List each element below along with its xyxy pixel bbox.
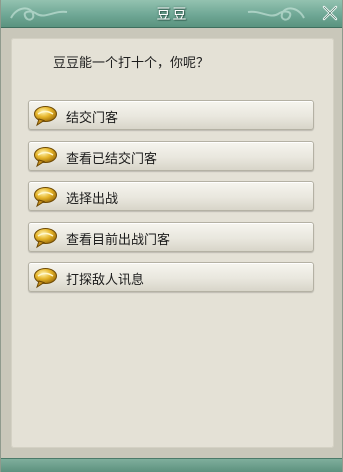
speech-bubble-icon	[34, 268, 57, 289]
option-label: 选择出战	[66, 192, 119, 207]
speech-bubble-icon	[34, 187, 57, 208]
speech-bubble-icon	[34, 106, 57, 127]
option-label: 打探敌人讯息	[66, 273, 145, 288]
dialog-titlebar: 豆豆	[1, 0, 342, 28]
option-scout-enemy-info[interactable]: 打探敌人讯息	[28, 262, 314, 292]
option-befriend-retainer[interactable]: 结交门客	[28, 100, 314, 130]
option-label: 查看目前出战门客	[66, 233, 171, 248]
option-view-deployed-retainers[interactable]: 查看目前出战门客	[28, 222, 314, 252]
option-label: 结交门客	[66, 111, 119, 126]
option-select-deploy[interactable]: 选择出战	[28, 181, 314, 211]
dialog-bottom-border	[1, 458, 342, 472]
speech-bubble-icon	[34, 228, 57, 249]
close-icon[interactable]	[320, 3, 340, 23]
option-label: 查看已结交门客	[66, 152, 158, 167]
speech-bubble-icon	[34, 147, 57, 168]
npc-prompt-text: 豆豆能一个打十个，你呢？	[53, 56, 210, 71]
npc-dialog: 豆豆 豆豆能一个打十个，你呢？ 结交门客 查看已结交门客 选择出战 查看目前出战…	[0, 0, 343, 472]
dialog-title: 豆豆	[156, 7, 189, 23]
option-view-befriended-retainers[interactable]: 查看已结交门客	[28, 141, 314, 171]
